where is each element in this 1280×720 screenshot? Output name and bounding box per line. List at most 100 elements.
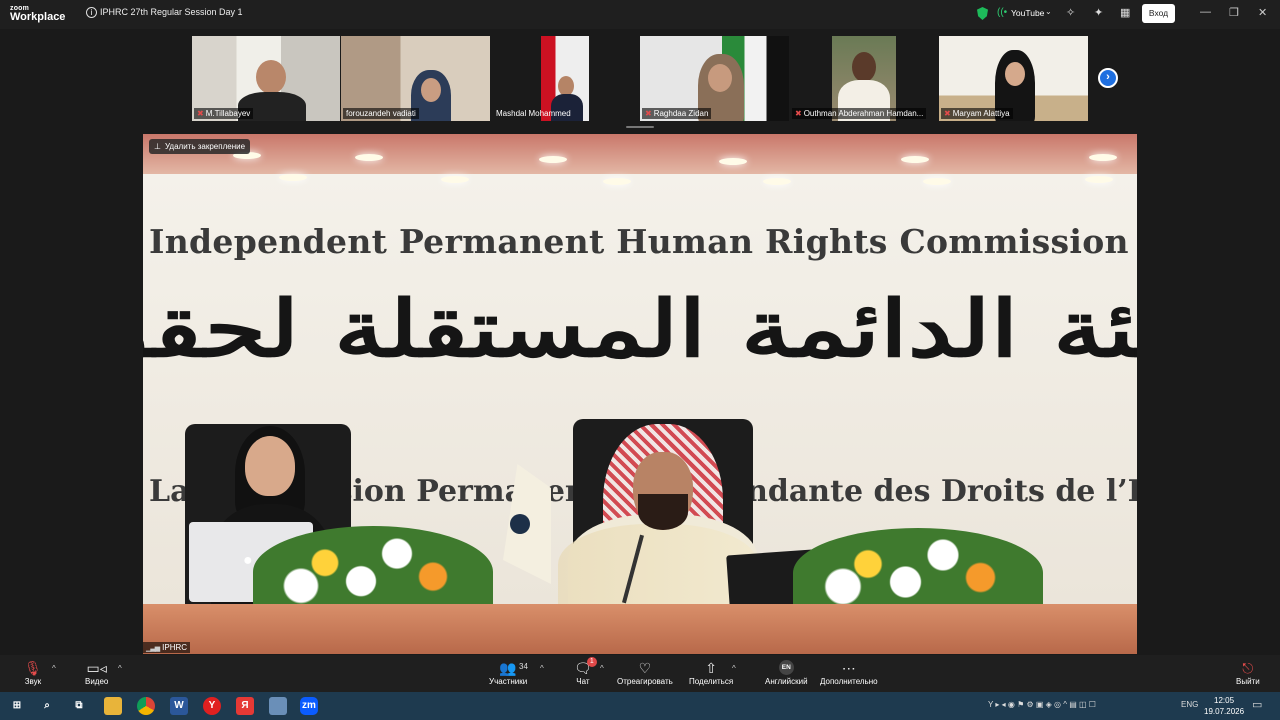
camera-icon: ▭◃ xyxy=(86,660,107,676)
zoom-taskbar-icon[interactable]: zm xyxy=(300,697,318,715)
photos-icon[interactable] xyxy=(269,697,287,715)
chat-options-caret[interactable]: ^ xyxy=(600,664,604,673)
banner-english: Independent Permanent Human Rights Commi… xyxy=(149,222,1129,261)
chairman-beard xyxy=(638,494,688,530)
share-options-caret[interactable]: ^ xyxy=(732,664,736,673)
participant-head xyxy=(256,60,286,94)
keyboard-language[interactable]: ENG xyxy=(1181,700,1198,709)
apple-logo-icon: ● xyxy=(243,552,253,569)
participant-name: Maryam Alattiya xyxy=(952,109,1010,118)
login-button[interactable]: Вход xyxy=(1142,4,1175,23)
system-clock[interactable]: 12:05 19.07.2026 xyxy=(1204,695,1244,717)
delegate-face xyxy=(245,436,295,496)
share-label: Поделиться xyxy=(689,677,734,686)
next-page-button[interactable]: › xyxy=(1098,68,1118,88)
react-button[interactable]: ♡ Отреагировать xyxy=(617,660,673,686)
chevron-down-icon[interactable]: ⌄ xyxy=(1045,7,1052,16)
participant-tile[interactable]: ✖ Outhman Abderahman Hamdan... xyxy=(790,36,938,121)
participant-name: M.Tillabayev xyxy=(205,109,251,118)
search-icon[interactable]: ⌕ xyxy=(38,697,56,715)
ceiling-light xyxy=(1085,176,1113,183)
participant-tile[interactable]: ✖ Maryam Alattiya xyxy=(939,36,1088,121)
participant-name: Mashdal Mohammed xyxy=(496,109,571,118)
restore-icon[interactable]: ❐ xyxy=(1229,6,1239,19)
ceiling-light xyxy=(923,178,951,185)
windows-start-icon[interactable]: ⊞ xyxy=(8,697,26,715)
participant-name-tag: ✖ Outhman Abderahman Hamdan... xyxy=(792,108,927,119)
minimize-icon[interactable]: — xyxy=(1200,6,1211,18)
chat-unread-badge: 1 xyxy=(586,657,597,667)
participants-label: Участники xyxy=(489,677,528,686)
participant-name-tag: ✖ Raghdaa Zidan xyxy=(642,108,712,119)
participant-tile[interactable]: ✖ M.Tillabayev xyxy=(192,36,340,121)
tray-icons[interactable]: Y ▸ ◂ ◉ ⚑ ⚙ ▣ ◈ ◎ ^ ▤ ◫ ☐ xyxy=(988,700,1096,709)
ceiling-light xyxy=(719,158,747,165)
participant-name-tag: ✖ M.Tillabayev xyxy=(194,108,254,119)
participant-head xyxy=(1005,62,1025,86)
flag-emblem xyxy=(510,514,530,534)
participant-tile[interactable]: Mashdal Mohammed xyxy=(491,36,639,121)
speaker-name: IPHRC xyxy=(162,643,188,652)
chat-button[interactable]: 🗨 1 Чат xyxy=(574,657,597,686)
video-options-caret[interactable]: ^ xyxy=(118,664,122,673)
participant-name-tag: ✖ Maryam Alattiya xyxy=(941,108,1013,119)
shield-icon[interactable] xyxy=(977,7,988,20)
signal-bars-icon: ▁▃▅ xyxy=(146,644,160,652)
participant-tile[interactable]: ✖ Raghdaa Zidan xyxy=(640,36,789,121)
participant-tile[interactable]: forouzandeh vadiati xyxy=(341,36,490,121)
interpretation-label: Английский xyxy=(765,677,808,686)
task-view-icon[interactable]: ⧉ xyxy=(70,697,88,715)
stream-label[interactable]: YouTube xyxy=(1011,8,1044,18)
share-button[interactable]: ⇧ Поделиться xyxy=(689,660,733,686)
mic-muted-icon: 🎙 xyxy=(24,660,42,676)
mic-muted-icon: ✖ xyxy=(944,109,951,118)
leave-icon: ⎋ xyxy=(1242,660,1254,676)
clock-time: 12:05 xyxy=(1214,696,1235,705)
notifications-icon[interactable]: ▭ xyxy=(1252,698,1262,711)
leave-label: Выйти xyxy=(1236,677,1260,686)
unpin-label: Удалить закрепление xyxy=(164,142,246,151)
sparkle-icon[interactable]: ✦ xyxy=(1094,6,1103,19)
word-icon[interactable]: W xyxy=(170,697,188,715)
yandex-icon[interactable]: Я xyxy=(236,697,254,715)
resize-handle[interactable] xyxy=(626,126,654,128)
participant-name: Outhman Abderahman Hamdan... xyxy=(803,109,924,118)
pin-icon: ⊥ xyxy=(154,142,161,151)
participant-head xyxy=(558,76,574,96)
participants-count: 34 xyxy=(519,662,528,671)
ceiling-light xyxy=(1089,154,1117,161)
live-stream-icon: ((• xyxy=(997,7,1008,18)
file-explorer-icon[interactable] xyxy=(104,697,122,715)
participants-icon: 👥 xyxy=(499,660,517,676)
audio-button[interactable]: 🎙 Звук xyxy=(24,660,42,686)
ceiling-light xyxy=(355,154,383,161)
participants-options-caret[interactable]: ^ xyxy=(540,664,544,673)
audio-options-caret[interactable]: ^ xyxy=(52,664,56,673)
more-button[interactable]: ⋯ Дополнительно xyxy=(820,660,878,686)
gallery-strip: ✖ M.Tillabayev forouzandeh vadiati Mashd… xyxy=(0,36,1280,122)
meeting-toolbar: 🎙 Звук ^ ▭◃ Видео ^ 👥 Участники ^ 🗨 1 Чат… xyxy=(0,655,1280,692)
participant-name: Raghdaa Zidan xyxy=(653,109,709,118)
ceiling-light xyxy=(603,178,631,185)
chrome-icon[interactable] xyxy=(137,697,155,715)
participant-head xyxy=(852,52,876,82)
video-button[interactable]: ▭◃ Видео xyxy=(85,660,108,686)
close-icon[interactable]: ✕ xyxy=(1258,6,1267,19)
calendar-icon[interactable]: ▦ xyxy=(1120,6,1130,19)
wand-icon[interactable]: ✧ xyxy=(1066,6,1075,19)
main-video[interactable]: Independent Permanent Human Rights Commi… xyxy=(143,134,1137,654)
yandex-browser-icon[interactable]: Y xyxy=(203,697,221,715)
audio-label: Звук xyxy=(24,677,42,686)
ceiling xyxy=(143,134,1137,174)
interpretation-button[interactable]: EN Английский xyxy=(765,660,808,686)
participant-head xyxy=(421,78,441,102)
windows-taskbar: ⊞ ⌕ ⧉ W Y Я zm Y ▸ ◂ ◉ ⚑ ⚙ ▣ ◈ ◎ ^ ▤ ◫ ☐… xyxy=(0,692,1280,720)
info-icon[interactable]: i xyxy=(86,7,97,18)
conference-table xyxy=(143,604,1137,654)
ceiling-light xyxy=(279,174,307,181)
zoom-logo: zoom Workplace xyxy=(10,5,65,23)
title-bar: zoom Workplace i IPHRC 27th Regular Sess… xyxy=(0,0,1280,29)
leave-button[interactable]: ⎋ Выйти xyxy=(1236,660,1260,686)
react-label: Отреагировать xyxy=(617,677,673,686)
unpin-button[interactable]: ⊥ Удалить закрепление xyxy=(149,139,251,154)
